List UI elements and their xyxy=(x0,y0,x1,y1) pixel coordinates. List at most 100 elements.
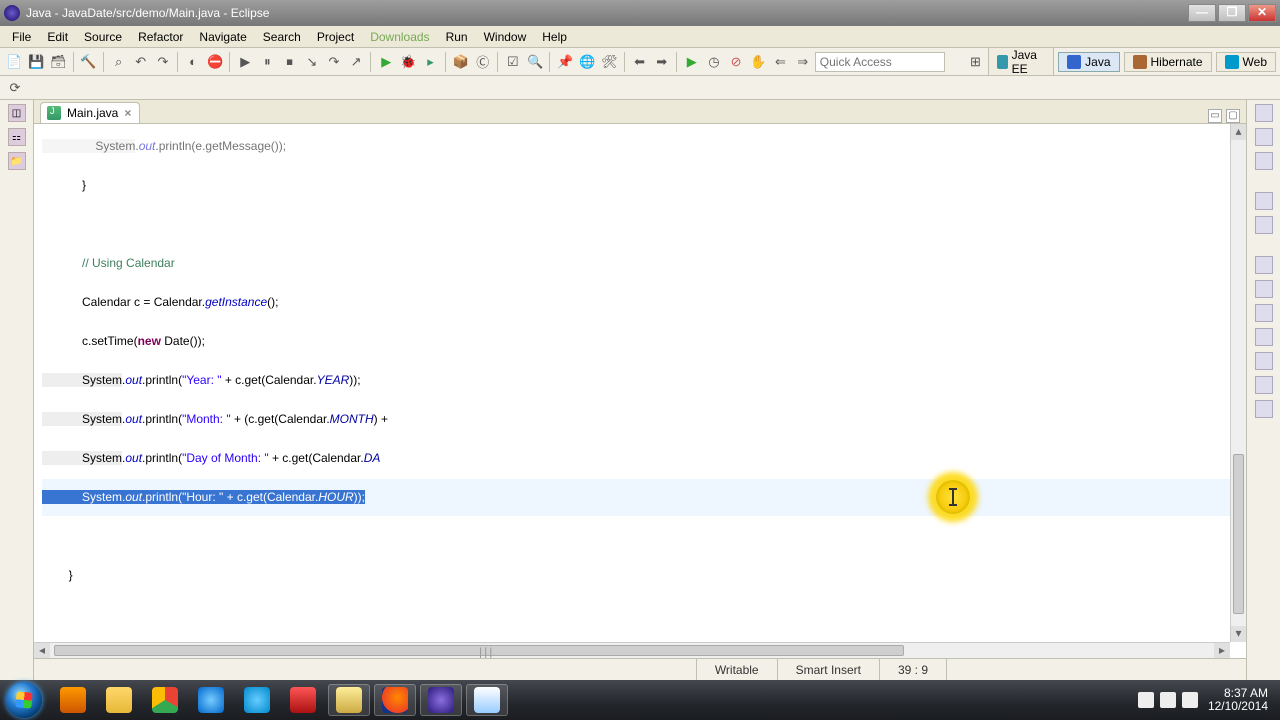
view-icon-4[interactable] xyxy=(1255,280,1273,298)
stop-button[interactable]: ⊘ xyxy=(726,51,746,73)
save-all-button[interactable]: 🗃 xyxy=(48,51,68,73)
back-button[interactable]: 🌐 xyxy=(577,51,597,73)
eclipse-icon xyxy=(4,5,20,21)
open-perspective-button[interactable]: ⊞ xyxy=(967,51,984,73)
view-icon-2[interactable] xyxy=(1255,216,1273,234)
taskbar-apache[interactable] xyxy=(282,684,324,716)
toggle-breakpoint-button[interactable]: ◐ xyxy=(183,51,203,73)
forward-button[interactable]: 🛠 xyxy=(599,51,619,73)
taskbar-skype[interactable] xyxy=(236,684,278,716)
navigator-icon[interactable]: 📁 xyxy=(8,152,26,170)
suspend-button[interactable]: ⏸ xyxy=(257,51,277,73)
type-hierarchy-icon[interactable]: ⚏ xyxy=(8,128,26,146)
hscroll-thumb[interactable] xyxy=(54,645,904,656)
taskbar-chrome[interactable] xyxy=(144,684,186,716)
taskbar-sticky-notes[interactable] xyxy=(98,684,140,716)
perspective-javaee[interactable]: Java EE xyxy=(988,48,1054,76)
menu-source[interactable]: Source xyxy=(76,28,130,46)
explorer-icon xyxy=(336,687,362,713)
scroll-down-button[interactable]: ▾ xyxy=(1231,626,1246,642)
view-icon-8[interactable] xyxy=(1255,376,1273,394)
quick-access-input[interactable] xyxy=(815,52,945,72)
run-last-button[interactable]: ▸ xyxy=(420,51,440,73)
coverage-button[interactable]: ▶ xyxy=(682,51,702,73)
search-button[interactable]: 🔍 xyxy=(525,51,545,73)
build-button[interactable]: 🔨 xyxy=(78,51,98,73)
start-button[interactable] xyxy=(6,682,42,718)
status-writable: Writable xyxy=(696,659,777,680)
next-annotation-button[interactable]: ⇒ xyxy=(793,51,813,73)
nav-back-button[interactable]: ⬅ xyxy=(629,51,649,73)
step-over-button[interactable]: ↷ xyxy=(324,51,344,73)
minimize-view-button[interactable]: ▭ xyxy=(1208,109,1222,123)
view-icon-7[interactable] xyxy=(1255,352,1273,370)
undo-button[interactable]: ↶ xyxy=(131,51,151,73)
vertical-scrollbar[interactable]: ▴ ▾ xyxy=(1230,124,1246,642)
resume-button[interactable]: ▶ xyxy=(235,51,255,73)
menu-help[interactable]: Help xyxy=(534,28,575,46)
new-class-button[interactable]: Ⓒ xyxy=(473,51,493,73)
ext-tools-button[interactable]: ✋ xyxy=(748,51,768,73)
new-button[interactable]: 📄 xyxy=(4,51,24,73)
nav-forward-button[interactable]: ➡ xyxy=(652,51,672,73)
prev-annotation-button[interactable]: ⇐ xyxy=(770,51,790,73)
task-list-icon[interactable] xyxy=(1255,104,1273,122)
perspective-java[interactable]: Java xyxy=(1058,52,1119,72)
step-into-button[interactable]: ↘ xyxy=(302,51,322,73)
taskbar-ie[interactable] xyxy=(190,684,232,716)
view-icon-6[interactable] xyxy=(1255,328,1273,346)
redo-button[interactable]: ↷ xyxy=(153,51,173,73)
terminate-button[interactable]: ⏹ xyxy=(280,51,300,73)
minimize-button[interactable]: — xyxy=(1188,4,1216,22)
view-icon-1[interactable] xyxy=(1255,192,1273,210)
code-area[interactable]: System.out.println(e.getMessage()); } //… xyxy=(34,124,1230,642)
perspective-web[interactable]: Web xyxy=(1216,52,1276,72)
debug-button[interactable]: 🐞 xyxy=(398,51,418,73)
horizontal-scrollbar[interactable]: ◂ ▸ xyxy=(34,642,1230,658)
refresh-button[interactable]: ⟳ xyxy=(4,77,26,99)
skip-breakpoints-button[interactable]: ⛔ xyxy=(205,51,225,73)
taskbar-media-player[interactable] xyxy=(52,684,94,716)
tray-icon-2[interactable] xyxy=(1160,692,1176,708)
package-explorer-icon[interactable]: ◫ xyxy=(8,104,26,122)
taskbar-explorer[interactable] xyxy=(328,684,370,716)
problems-icon[interactable] xyxy=(1255,152,1273,170)
taskbar-notepad[interactable] xyxy=(466,684,508,716)
taskbar-clock[interactable]: 8:37 AM 12/10/2014 xyxy=(1208,687,1268,713)
view-icon-5[interactable] xyxy=(1255,304,1273,322)
vscroll-thumb[interactable] xyxy=(1233,454,1244,614)
perspective-hibernate[interactable]: Hibernate xyxy=(1124,52,1212,72)
tray-icon-3[interactable] xyxy=(1182,692,1198,708)
taskbar-eclipse[interactable] xyxy=(420,684,462,716)
menu-window[interactable]: Window xyxy=(476,28,535,46)
menu-edit[interactable]: Edit xyxy=(39,28,76,46)
menu-downloads[interactable]: Downloads xyxy=(362,28,437,46)
profile-button[interactable]: ◷ xyxy=(704,51,724,73)
menu-file[interactable]: File xyxy=(4,28,39,46)
maximize-view-button[interactable]: ▢ xyxy=(1226,109,1240,123)
open-task-button[interactable]: ☑ xyxy=(503,51,523,73)
outline-icon[interactable] xyxy=(1255,128,1273,146)
close-button[interactable]: ✕ xyxy=(1248,4,1276,22)
scroll-left-button[interactable]: ◂ xyxy=(34,643,50,658)
step-return-button[interactable]: ↗ xyxy=(346,51,366,73)
tab-close-icon[interactable]: × xyxy=(124,106,131,120)
tab-main-java[interactable]: Main.java × xyxy=(40,102,140,123)
scroll-right-button[interactable]: ▸ xyxy=(1214,643,1230,658)
pin-button[interactable]: 📌 xyxy=(555,51,575,73)
menu-search[interactable]: Search xyxy=(255,28,309,46)
menu-navigate[interactable]: Navigate xyxy=(191,28,254,46)
maximize-button[interactable]: ❐ xyxy=(1218,4,1246,22)
menu-project[interactable]: Project xyxy=(309,28,362,46)
save-button[interactable]: 💾 xyxy=(26,51,46,73)
tray-icon-1[interactable] xyxy=(1138,692,1154,708)
open-type-button[interactable]: ⌕ xyxy=(109,51,129,73)
view-icon-9[interactable] xyxy=(1255,400,1273,418)
run-button[interactable]: ▶ xyxy=(376,51,396,73)
scroll-up-button[interactable]: ▴ xyxy=(1231,124,1246,140)
menu-refactor[interactable]: Refactor xyxy=(130,28,191,46)
menu-run[interactable]: Run xyxy=(438,28,476,46)
view-icon-3[interactable] xyxy=(1255,256,1273,274)
new-package-button[interactable]: 📦 xyxy=(451,51,471,73)
taskbar-firefox[interactable] xyxy=(374,684,416,716)
